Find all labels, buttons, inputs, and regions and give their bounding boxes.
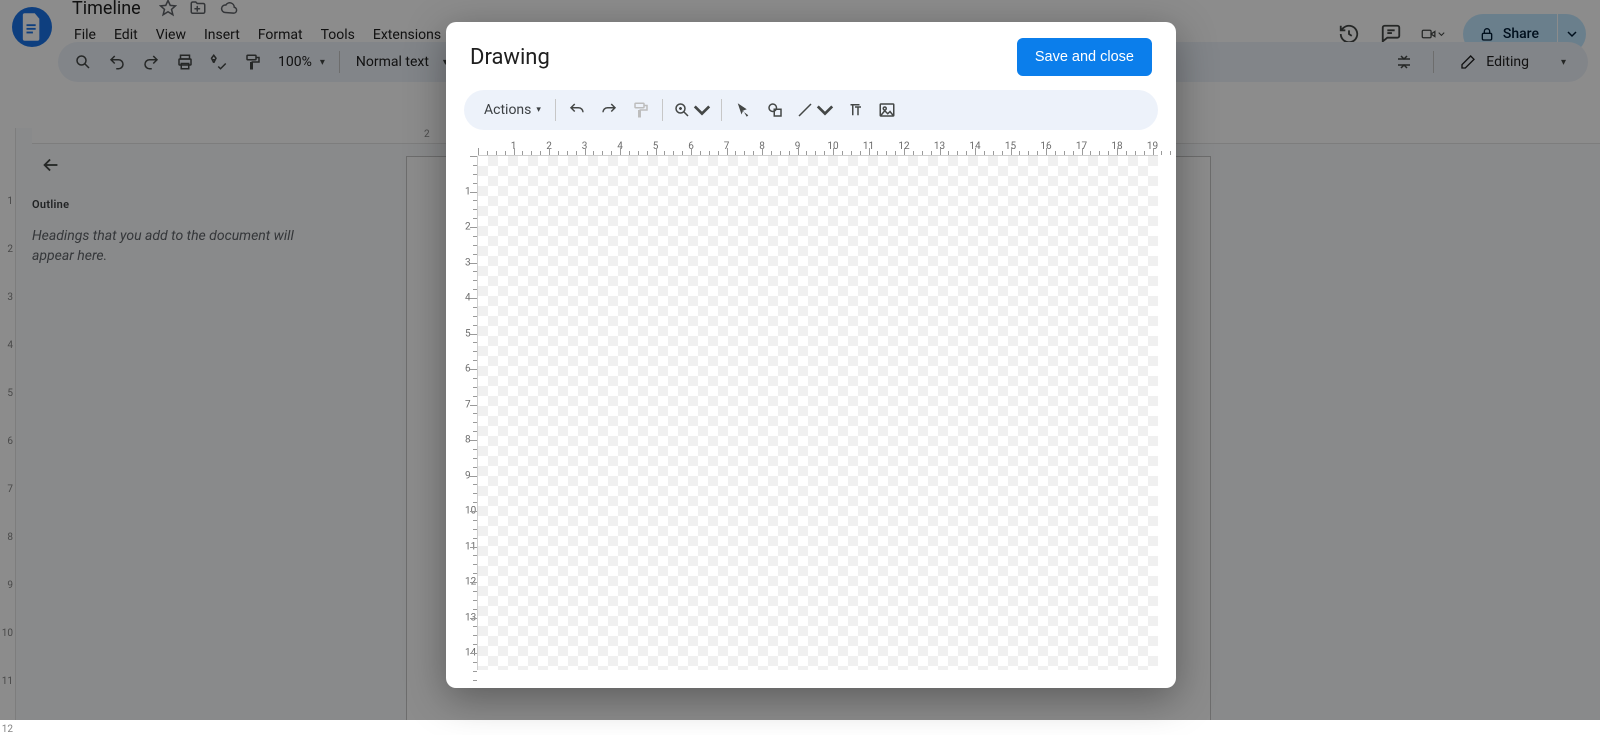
line-tool[interactable]: [792, 95, 838, 125]
save-and-close-button[interactable]: Save and close: [1017, 38, 1152, 76]
drawing-vertical-ruler[interactable]: 1234567891011121314: [464, 156, 478, 670]
ruler-label: 12: [2, 724, 13, 735]
chevron-down-icon: ▾: [536, 105, 541, 115]
paint-format-button: [626, 95, 656, 125]
line-icon: [796, 101, 814, 119]
zoom-icon: [673, 101, 691, 119]
drawing-horizontal-ruler[interactable]: 12345678910111213141516171819: [478, 140, 1158, 156]
drawing-canvas-area: 12345678910111213141516171819 1234567891…: [464, 140, 1158, 670]
drawing-toolbar: Actions ▾: [464, 90, 1158, 130]
actions-menu[interactable]: Actions ▾: [476, 95, 549, 125]
redo-button[interactable]: [594, 95, 624, 125]
modal-header: Drawing Save and close: [446, 22, 1176, 90]
toolbar-separator: [555, 99, 556, 121]
zoom-tool[interactable]: [669, 95, 715, 125]
chevron-down-icon: [816, 101, 834, 119]
toolbar-separator: [662, 99, 663, 121]
image-tool[interactable]: [872, 95, 902, 125]
drawing-modal: Drawing Save and close Actions ▾ 1234567…: [446, 22, 1176, 688]
toolbar-separator: [721, 99, 722, 121]
chevron-down-icon: [693, 101, 711, 119]
shape-tool[interactable]: [760, 95, 790, 125]
select-tool[interactable]: [728, 95, 758, 125]
textbox-tool[interactable]: [840, 95, 870, 125]
undo-button[interactable]: [562, 95, 592, 125]
drawing-canvas[interactable]: [478, 156, 1158, 670]
modal-title: Drawing: [470, 45, 550, 70]
actions-label: Actions: [484, 102, 531, 118]
